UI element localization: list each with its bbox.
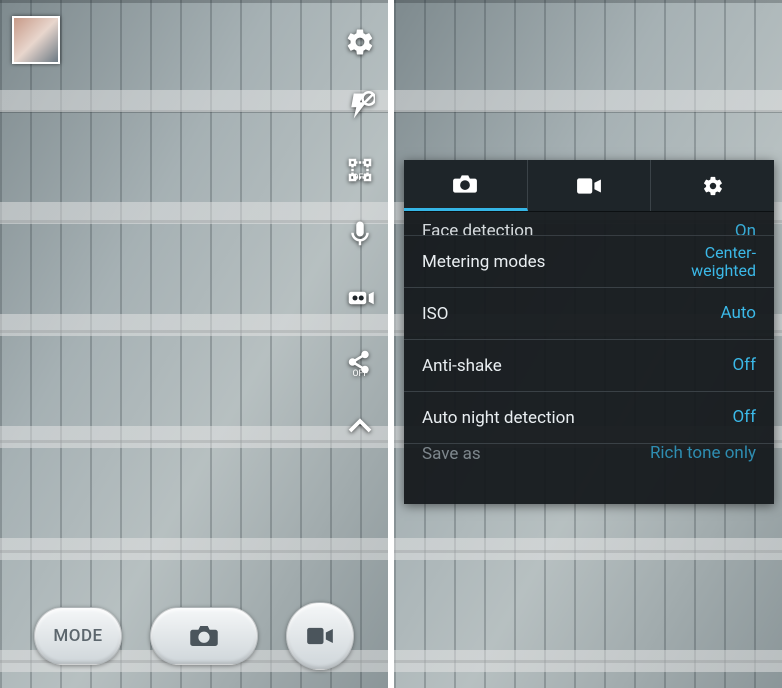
video-record-button[interactable] [286,602,354,670]
setting-save-as[interactable]: Save as Rich tone only [404,444,774,482]
setting-anti-shake[interactable]: Anti-shake Off [404,340,774,392]
timer-off-icon[interactable]: OFF [342,152,378,188]
setting-label: Metering modes [422,252,545,272]
mic-icon[interactable] [342,216,378,252]
share-off-icon[interactable]: OFF [342,344,378,380]
setting-label: Anti-shake [422,356,502,376]
gear-icon[interactable] [342,24,378,60]
svg-text:OFF: OFF [353,173,369,183]
setting-value: Off [732,356,756,375]
setting-label: Face detection [422,221,533,236]
video-icon [576,175,602,197]
setting-auto-night-detection[interactable]: Auto night detection Off [404,392,774,444]
setting-label: Save as [422,444,481,464]
mode-button-label: MODE [53,626,102,646]
camera-icon [189,623,219,649]
effects-icon[interactable] [342,280,378,316]
camera-viewfinder-screen: OFF OFF MODE [0,0,388,688]
svg-text:OFF: OFF [353,369,369,377]
setting-value: On [735,222,756,236]
shutter-button[interactable] [150,607,258,665]
capture-bar: MODE [0,602,388,670]
settings-tabs [404,160,774,212]
setting-value: Auto [721,304,756,323]
tab-video[interactable] [528,160,652,211]
setting-metering-modes[interactable]: Metering modes Center- weighted [404,236,774,288]
tab-general[interactable] [651,160,774,211]
gallery-thumbnail[interactable] [12,16,60,64]
setting-value: Rich tone only [650,444,756,463]
mode-button[interactable]: MODE [34,607,122,665]
quick-settings-bar: OFF OFF [342,24,378,444]
camera-settings-screen: Face detection On Metering modes Center-… [394,0,782,688]
setting-value: Center- weighted [691,244,756,279]
camera-icon [452,173,478,195]
tab-camera[interactable] [404,160,528,211]
gear-icon [700,175,726,197]
video-icon [306,625,334,647]
setting-face-detection[interactable]: Face detection On [404,212,774,236]
setting-label: Auto night detection [422,408,575,428]
chevron-up-icon[interactable] [342,408,378,444]
setting-iso[interactable]: ISO Auto [404,288,774,340]
camera-settings-panel: Face detection On Metering modes Center-… [404,160,774,504]
viewfinder-preview [0,0,388,688]
settings-list[interactable]: Face detection On Metering modes Center-… [404,212,774,504]
flash-off-icon[interactable] [342,88,378,124]
setting-value: Off [732,408,756,427]
setting-label: ISO [422,304,448,324]
